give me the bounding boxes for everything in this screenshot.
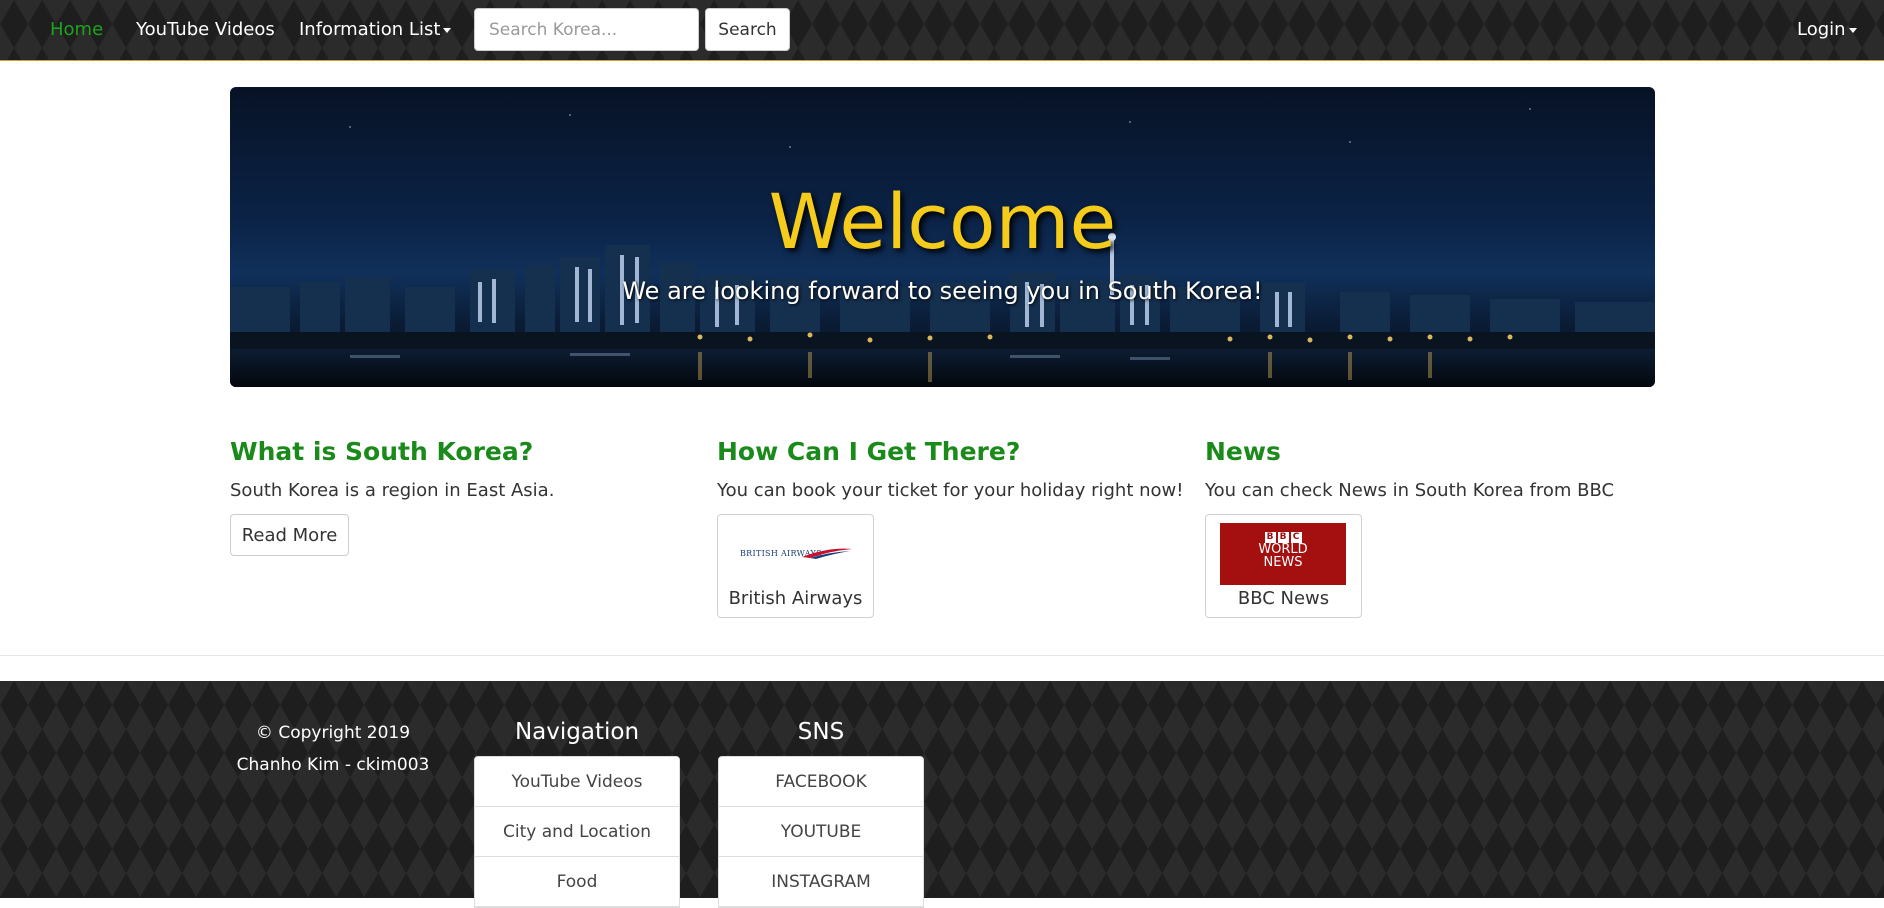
hero-banner: Welcome We are looking forward to seeing… xyxy=(230,87,1655,387)
footer-sns-list: FACEBOOK YOUTUBE INSTAGRAM xyxy=(718,756,924,908)
footer: © Copyright 2019 Chanho Kim - ckim003 Na… xyxy=(0,681,1884,908)
footer-nav-city-and-location[interactable]: City and Location xyxy=(475,807,679,857)
bbc-news-card[interactable]: BBC WORLD NEWS BBC News xyxy=(1205,514,1362,618)
nav-information-list-label: Information List xyxy=(299,19,441,40)
footer-nav-youtube-videos[interactable]: YouTube Videos xyxy=(475,757,679,807)
speedmarque-icon xyxy=(802,548,852,559)
british-airways-caption: British Airways xyxy=(728,588,863,609)
top-navbar: Home YouTube Videos Information List Sea… xyxy=(0,0,1884,61)
how-can-i-get-there-text: You can book your ticket for your holida… xyxy=(717,480,1184,501)
hero-title: Welcome xyxy=(768,177,1117,266)
footer-navigation-heading: Navigation xyxy=(514,719,640,745)
caret-down-icon xyxy=(443,27,452,33)
read-more-button[interactable]: Read More xyxy=(230,514,349,556)
copyright-line2: Chanho Kim - ckim003 xyxy=(236,755,430,775)
search-input[interactable] xyxy=(474,8,699,51)
what-is-south-korea-heading: What is South Korea? xyxy=(230,437,534,466)
nav-youtube-videos-link[interactable]: YouTube Videos xyxy=(136,19,275,40)
what-is-south-korea-text: South Korea is a region in East Asia. xyxy=(230,480,555,501)
search-button[interactable]: Search xyxy=(705,8,790,51)
news-text: You can check News in South Korea from B… xyxy=(1205,480,1615,501)
nav-information-list-dropdown[interactable]: Information List xyxy=(299,19,452,40)
nav-home-link[interactable]: Home xyxy=(50,19,103,40)
caret-down-icon xyxy=(1848,27,1857,33)
footer-sns-instagram[interactable]: INSTAGRAM xyxy=(719,857,923,907)
bbc-logo-line2: NEWS xyxy=(1263,555,1303,570)
login-label: Login xyxy=(1797,19,1846,40)
copyright: © Copyright 2019 Chanho Kim - ckim003 xyxy=(232,717,434,781)
footer-sns-youtube[interactable]: YOUTUBE xyxy=(719,807,923,857)
footer-navigation-list: YouTube Videos City and Location Food xyxy=(474,756,680,908)
bbc-world-news-logo: BBC WORLD NEWS xyxy=(1220,523,1346,585)
footer-sns-facebook[interactable]: FACEBOOK xyxy=(719,757,923,807)
footer-sns-heading: SNS xyxy=(797,719,845,745)
bbc-news-caption: BBC News xyxy=(1237,588,1330,609)
news-heading: News xyxy=(1205,437,1281,466)
login-dropdown[interactable]: Login xyxy=(1797,19,1857,40)
british-airways-card[interactable]: BRITISH AIRWAYS British Airways xyxy=(717,514,874,618)
section-divider xyxy=(0,655,1884,656)
copyright-line1: © Copyright 2019 xyxy=(255,723,411,743)
hero-subtitle: We are looking forward to seeing you in … xyxy=(622,277,1263,305)
british-airways-logo: BRITISH AIRWAYS xyxy=(740,543,852,565)
footer-nav-food[interactable]: Food xyxy=(475,857,679,907)
how-can-i-get-there-heading: How Can I Get There? xyxy=(717,437,1021,466)
